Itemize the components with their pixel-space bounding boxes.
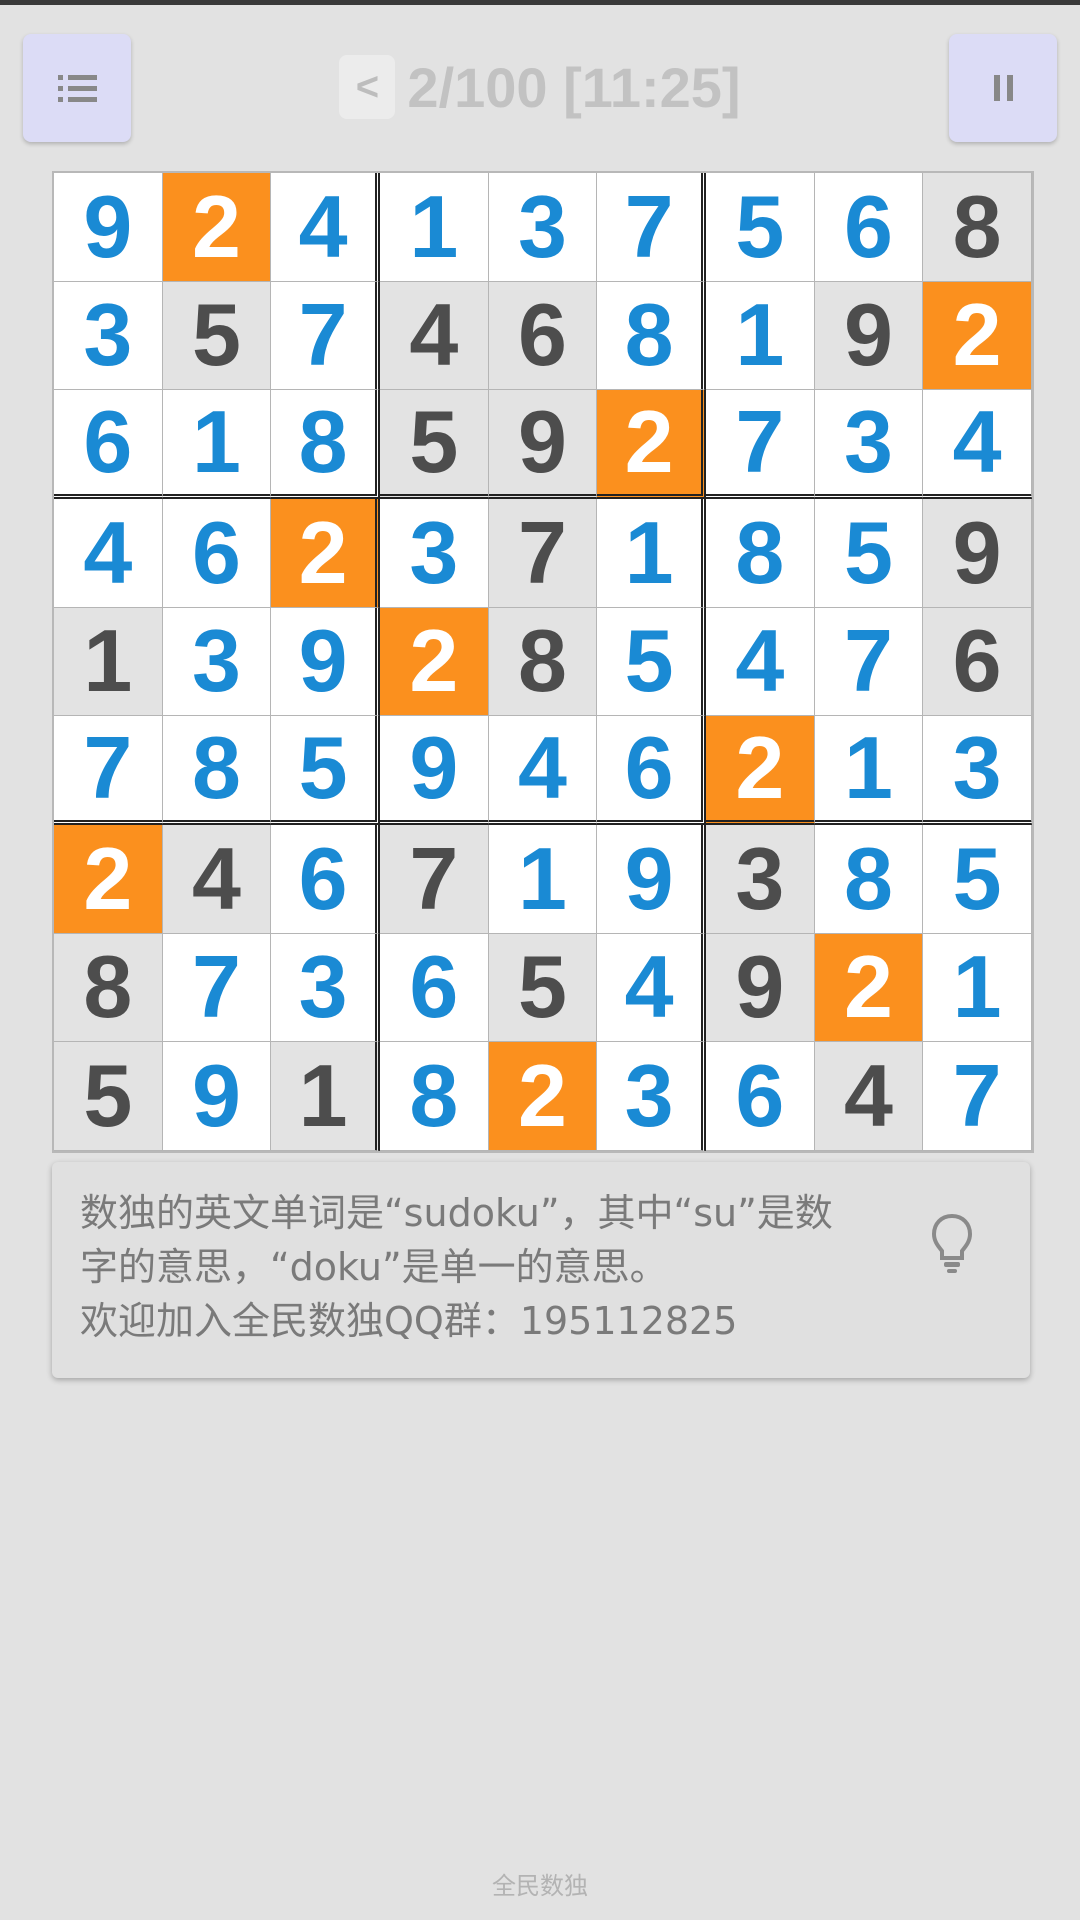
hint-card: 数独的英文单词是“sudoku”，其中“su”是数 字的意思，“doku”是单一… [52,1162,1030,1378]
sudoku-cell[interactable]: 1 [162,390,272,499]
level-header: < 2/100 [11:25] [0,50,1080,124]
sudoku-cell[interactable]: 6 [271,824,380,934]
sudoku-cell[interactable]: 9 [923,498,1032,608]
sudoku-cell[interactable]: 8 [162,716,272,825]
sudoku-cell[interactable]: 3 [271,933,380,1043]
sudoku-cell[interactable]: 3 [705,824,815,934]
sudoku-cell[interactable]: 9 [597,824,706,934]
sudoku-cell[interactable]: 5 [814,498,924,608]
sudoku-cell[interactable]: 4 [705,607,815,717]
sudoku-cell[interactable]: 6 [488,281,598,391]
sudoku-cell[interactable]: 4 [488,716,598,825]
sudoku-cell[interactable]: 3 [814,390,924,499]
sudoku-cell[interactable]: 9 [705,933,815,1043]
sudoku-cell[interactable]: 2 [705,716,815,825]
sudoku-cell[interactable]: 7 [814,607,924,717]
sudoku-cell[interactable]: 7 [488,498,598,608]
sudoku-cell[interactable]: 4 [54,498,163,608]
sudoku-cell[interactable]: 9 [54,173,163,282]
sudoku-cell[interactable]: 1 [705,281,815,391]
sudoku-cell[interactable]: 4 [597,933,706,1043]
sudoku-cell[interactable]: 8 [597,281,706,391]
sudoku-cell[interactable]: 6 [814,173,924,282]
sudoku-cell[interactable]: 5 [705,173,815,282]
sudoku-cell[interactable]: 2 [597,390,706,499]
sudoku-cell[interactable]: 9 [271,607,380,717]
sudoku-cell[interactable]: 5 [923,824,1032,934]
sudoku-cell[interactable]: 7 [923,1042,1032,1151]
sudoku-cell[interactable]: 8 [488,607,598,717]
sudoku-cell[interactable]: 9 [379,716,489,825]
sudoku-cell[interactable]: 7 [379,824,489,934]
sudoku-cell[interactable]: 4 [271,173,380,282]
hint-line: 数独的英文单词是“sudoku”，其中“su”是数 [80,1191,833,1235]
sudoku-cell[interactable]: 5 [162,281,272,391]
sudoku-cell[interactable]: 2 [488,1042,598,1151]
sudoku-cell[interactable]: 6 [705,1042,815,1151]
sudoku-cell[interactable]: 1 [54,607,163,717]
sudoku-cell[interactable]: 2 [379,607,489,717]
sudoku-cell[interactable]: 2 [162,173,272,282]
sudoku-cell[interactable]: 4 [162,824,272,934]
sudoku-cell[interactable]: 8 [705,498,815,608]
hint-line: 字的意思，“doku”是单一的意思。 [80,1245,668,1289]
sudoku-cell[interactable]: 1 [379,173,489,282]
sudoku-cell[interactable]: 3 [54,281,163,391]
sudoku-cell[interactable]: 1 [271,1042,380,1151]
sudoku-cell[interactable]: 1 [923,933,1032,1043]
sudoku-cell[interactable]: 6 [162,498,272,608]
sudoku-cell[interactable]: 7 [162,933,272,1043]
sudoku-cell[interactable]: 8 [814,824,924,934]
level-progress-timer: 2/100 [11:25] [407,55,741,119]
sudoku-cell[interactable]: 8 [923,173,1032,282]
sudoku-cell[interactable]: 5 [488,933,598,1043]
sudoku-cell[interactable]: 9 [488,390,598,499]
sudoku-cell[interactable]: 3 [597,1042,706,1151]
sudoku-cell[interactable]: 5 [271,716,380,825]
sudoku-cell[interactable]: 8 [379,1042,489,1151]
sudoku-cell[interactable]: 1 [814,716,924,825]
sudoku-cell[interactable]: 9 [162,1042,272,1151]
previous-level-button[interactable]: < [339,55,396,119]
sudoku-cell[interactable]: 6 [379,933,489,1043]
sudoku-cell[interactable]: 2 [923,281,1032,391]
sudoku-cell[interactable]: 4 [814,1042,924,1151]
sudoku-cell[interactable]: 2 [54,824,163,934]
sudoku-cell[interactable]: 7 [705,390,815,499]
sudoku-cell[interactable]: 6 [923,607,1032,717]
pause-button[interactable] [949,34,1057,142]
lightbulb-icon[interactable] [929,1212,975,1276]
sudoku-cell[interactable]: 4 [923,390,1032,499]
sudoku-cell[interactable]: 8 [271,390,380,499]
hint-line: 欢迎加入全民数独QQ群：195112825 [80,1299,738,1343]
sudoku-cell[interactable]: 3 [923,716,1032,825]
sudoku-cell[interactable]: 5 [54,1042,163,1151]
sudoku-cell[interactable]: 1 [488,824,598,934]
app-name-footer: 全民数独 [492,1872,588,1900]
sudoku-cell[interactable]: 5 [379,390,489,499]
sudoku-cell[interactable]: 2 [814,933,924,1043]
sudoku-cell[interactable]: 1 [597,498,706,608]
sudoku-cell[interactable]: 6 [597,716,706,825]
sudoku-cell[interactable]: 9 [814,281,924,391]
sudoku-cell[interactable]: 7 [597,173,706,282]
hint-text: 数独的英文单词是“sudoku”，其中“su”是数 字的意思，“doku”是单一… [80,1186,940,1348]
sudoku-cell[interactable]: 6 [54,390,163,499]
sudoku-cell[interactable]: 5 [597,607,706,717]
sudoku-board: 9241375683574681926185927344623718591392… [52,171,1034,1153]
sudoku-cell[interactable]: 3 [488,173,598,282]
sudoku-cell[interactable]: 2 [271,498,380,608]
pause-icon [993,75,1013,101]
status-bar-edge [0,0,1080,5]
sudoku-cell[interactable]: 3 [162,607,272,717]
sudoku-cell[interactable]: 4 [379,281,489,391]
sudoku-cell[interactable]: 3 [379,498,489,608]
sudoku-cell[interactable]: 7 [271,281,380,391]
sudoku-cell[interactable]: 8 [54,933,163,1043]
sudoku-cell[interactable]: 7 [54,716,163,825]
